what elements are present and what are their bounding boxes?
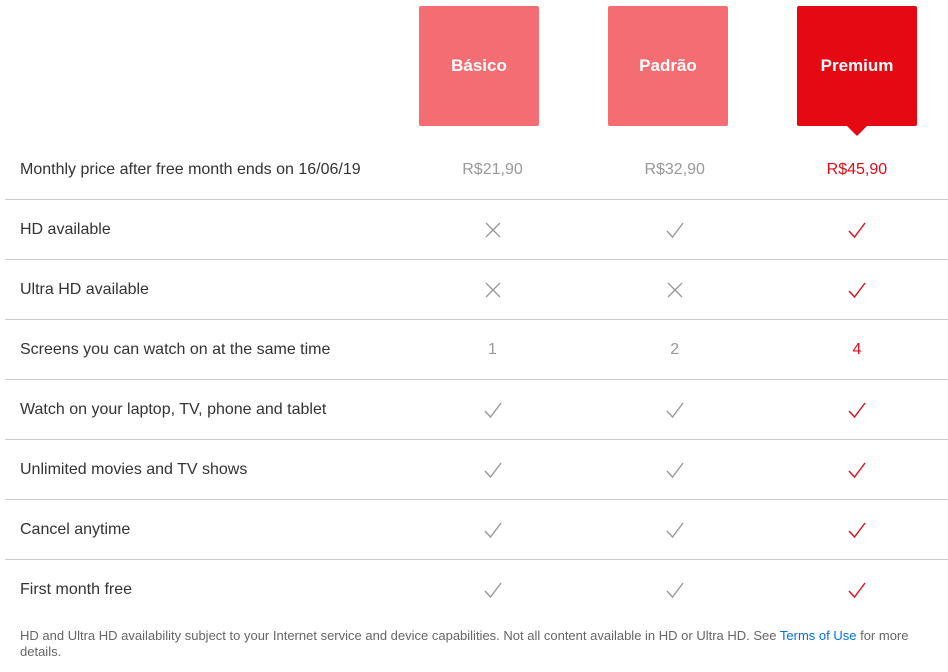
feature-value: R$32,90: [583, 140, 766, 200]
table-row: HD available: [5, 199, 948, 260]
plan-standard-button[interactable]: Padrão: [608, 6, 728, 126]
plan-selector: Básico Padrão Premium: [0, 6, 948, 136]
check-icon: [765, 199, 948, 260]
feature-value: 2: [583, 319, 766, 380]
plan-basic-button[interactable]: Básico: [419, 6, 539, 126]
feature-label: Ultra HD available: [5, 259, 402, 320]
feature-label: HD available: [5, 199, 402, 260]
cross-icon: [401, 199, 584, 260]
check-icon: [583, 499, 766, 560]
feature-value: 1: [401, 319, 584, 380]
table-row: Ultra HD available: [5, 259, 948, 320]
feature-value: R$21,90: [401, 140, 584, 200]
check-icon: [766, 560, 948, 620]
check-icon: [765, 439, 948, 500]
check-icon: [583, 379, 766, 440]
check-icon: [765, 259, 948, 320]
check-icon: [583, 439, 766, 500]
plan-comparison-table: Monthly price after free month ends on 1…: [5, 140, 948, 619]
table-row: Monthly price after free month ends on 1…: [5, 140, 948, 200]
feature-label: Watch on your laptop, TV, phone and tabl…: [5, 379, 402, 440]
feature-value: R$45,90: [765, 140, 948, 200]
cross-icon: [583, 259, 766, 320]
check-icon: [765, 499, 948, 560]
check-icon: [765, 379, 948, 440]
check-icon: [401, 499, 584, 560]
table-row: Watch on your laptop, TV, phone and tabl…: [5, 379, 948, 440]
feature-label: Cancel anytime: [5, 499, 402, 560]
check-icon: [401, 560, 583, 620]
check-icon: [401, 379, 584, 440]
feature-label: Unlimited movies and TV shows: [5, 439, 402, 500]
feature-label: Monthly price after free month ends on 1…: [5, 140, 402, 200]
footnote-text: HD and Ultra HD availability subject to …: [20, 628, 780, 643]
terms-of-use-link[interactable]: Terms of Use: [780, 628, 857, 643]
check-icon: [401, 439, 584, 500]
table-row: Screens you can watch on at the same tim…: [5, 319, 948, 380]
feature-label: Screens you can watch on at the same tim…: [5, 319, 402, 380]
check-icon: [583, 199, 766, 260]
footnote: HD and Ultra HD availability subject to …: [20, 628, 930, 660]
table-row: Cancel anytime: [5, 499, 948, 560]
cross-icon: [401, 259, 584, 320]
table-row: First month free: [5, 560, 948, 620]
check-icon: [584, 560, 766, 620]
feature-label: First month free: [20, 580, 133, 598]
plan-premium-button[interactable]: Premium: [797, 6, 917, 136]
feature-value: 4: [765, 319, 948, 380]
table-row: Unlimited movies and TV shows: [5, 439, 948, 500]
